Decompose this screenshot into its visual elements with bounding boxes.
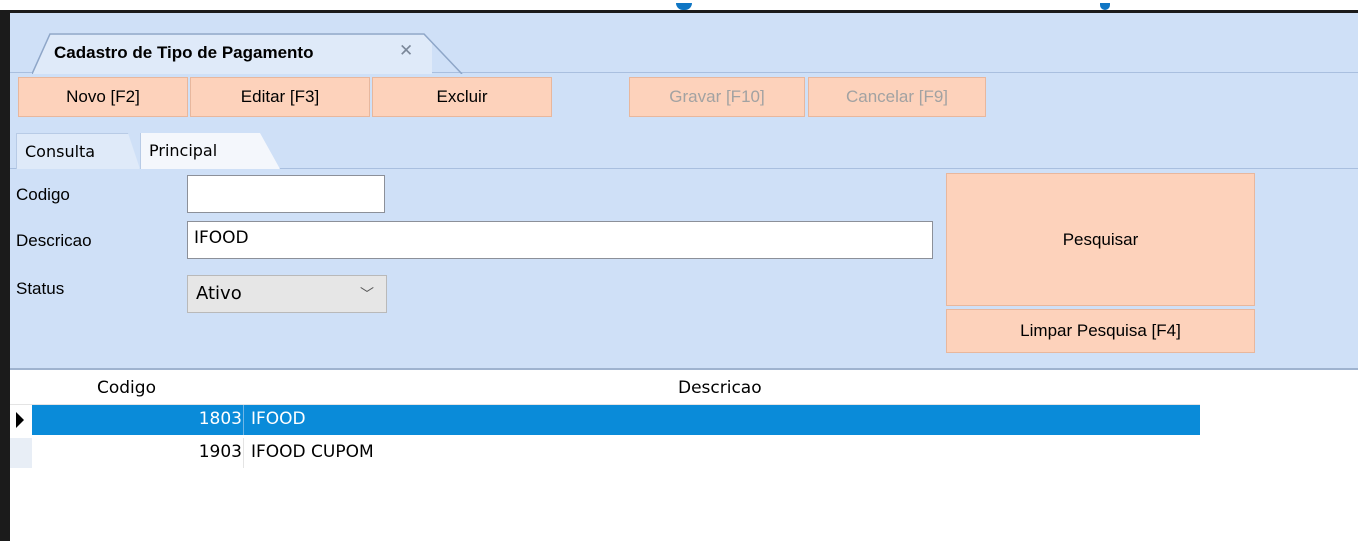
table-row[interactable]: 1903 IFOOD CUPOM — [10, 438, 1200, 468]
document-tab-title: Cadastro de Tipo de Pagamento — [54, 43, 314, 62]
cell-divider — [243, 438, 244, 468]
table-row[interactable]: 1803 IFOOD — [10, 405, 1200, 435]
chevron-down-icon: ﹀ — [360, 287, 374, 303]
descricao-field[interactable]: IFOOD — [187, 221, 933, 259]
close-icon[interactable]: ✕ — [399, 41, 413, 61]
edit-button[interactable]: Editar [F3] — [190, 77, 370, 117]
row-codigo: 1803 — [198, 409, 242, 429]
search-button[interactable]: Pesquisar — [946, 173, 1255, 306]
codigo-label: Codigo — [16, 185, 70, 204]
column-header-codigo[interactable]: Codigo — [97, 378, 156, 398]
payment-type-window: Cadastro de Tipo de Pagamento ✕ Novo [F2… — [10, 13, 1358, 541]
descricao-label: Descricao — [16, 231, 92, 250]
document-tab-strip: Cadastro de Tipo de Pagamento ✕ — [10, 13, 1358, 74]
codigo-field[interactable] — [187, 175, 385, 213]
current-row-arrow-icon — [16, 412, 24, 428]
window-border-left — [0, 10, 10, 541]
cancel-button[interactable]: Cancelar [F9] — [808, 77, 986, 117]
status-select-value: Ativo — [196, 283, 242, 304]
window-top-edge — [0, 0, 1358, 10]
tab-principal-label: Principal — [149, 141, 218, 160]
status-select[interactable]: Ativo ﹀ — [187, 275, 387, 313]
grid-header: Codigo Descricao — [10, 373, 1200, 405]
grid-divider — [10, 368, 1358, 370]
status-label: Status — [16, 279, 65, 298]
row-codigo: 1903 — [198, 442, 242, 462]
tab-consulta[interactable]: Consulta — [16, 133, 140, 169]
logo-fragment-icon — [676, 3, 692, 10]
row-indicator — [10, 405, 32, 435]
row-indicator — [10, 438, 32, 468]
tab-principal[interactable]: Principal — [140, 133, 280, 169]
column-header-descricao[interactable]: Descricao — [678, 378, 762, 398]
logo-fragment-icon — [1100, 3, 1110, 10]
row-descricao: IFOOD CUPOM — [251, 442, 374, 462]
view-tabs: Consulta Principal — [10, 127, 1358, 169]
clear-search-button[interactable]: Limpar Pesquisa [F4] — [946, 309, 1255, 353]
cell-divider — [243, 405, 244, 435]
save-button[interactable]: Gravar [F10] — [629, 77, 805, 117]
delete-button[interactable]: Excluir — [372, 77, 552, 117]
tab-consulta-label: Consulta — [25, 142, 96, 161]
row-descricao: IFOOD — [251, 409, 306, 429]
new-button[interactable]: Novo [F2] — [18, 77, 188, 117]
